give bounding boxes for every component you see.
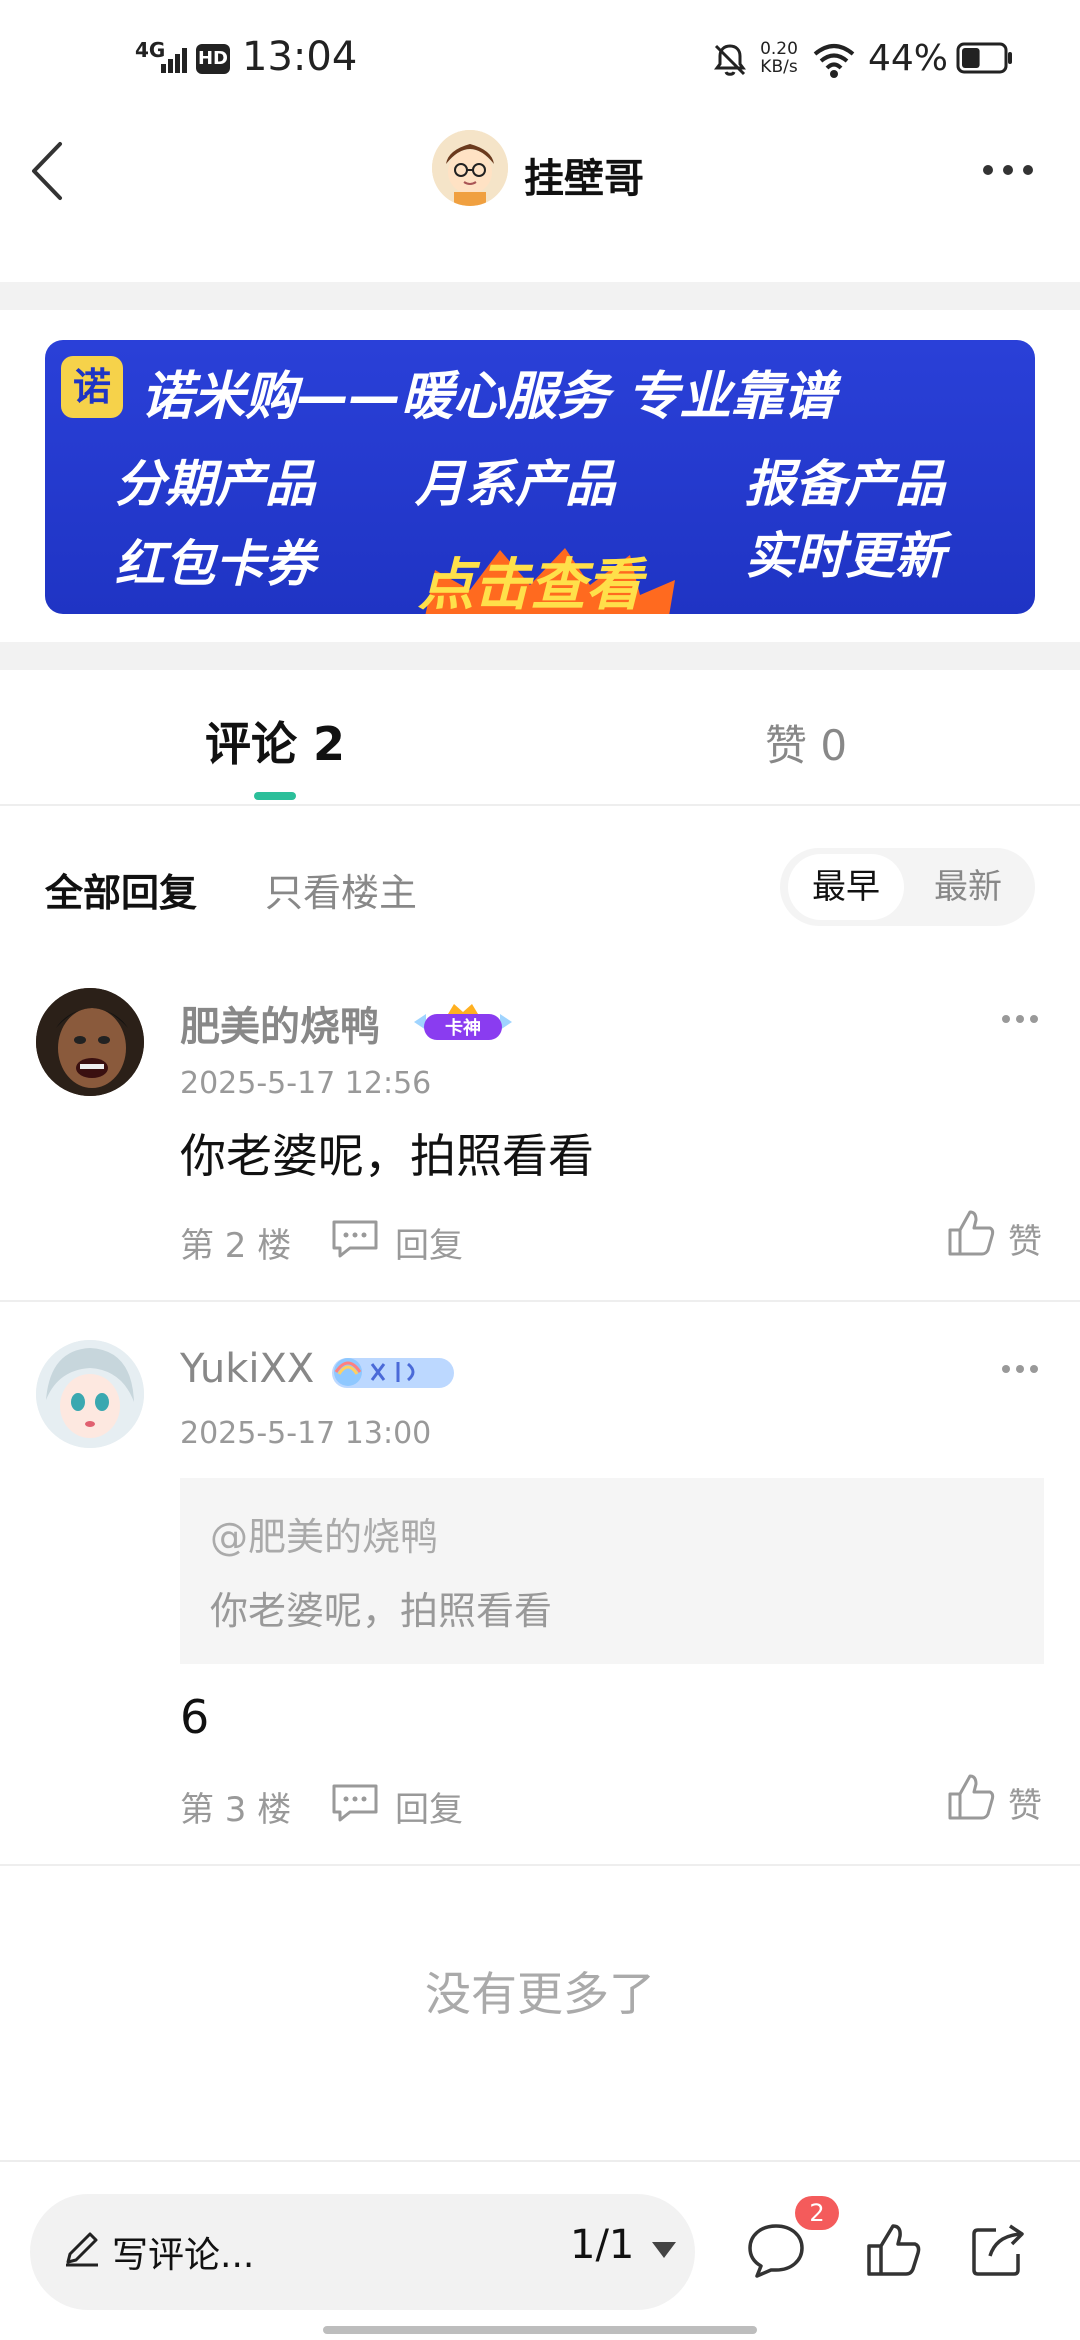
pencil-icon <box>66 2232 98 2267</box>
hd-icon: HD <box>196 44 230 74</box>
page-indicator[interactable]: 1/1 <box>570 2222 634 2268</box>
wifi-icon <box>813 44 855 78</box>
comment-more-icon[interactable] <box>1000 1012 1040 1026</box>
reply-icon[interactable] <box>330 1782 380 1824</box>
page-title: 挂壁哥 <box>524 156 644 202</box>
quoted-text: 你老婆呢，拍照看看 <box>210 1589 553 1633</box>
battery-icon <box>956 42 1012 74</box>
more-options-icon[interactable] <box>978 150 1038 190</box>
comment-time: 2025-5-17 13:00 <box>180 1416 432 1451</box>
quoted-comment[interactable]: @肥美的烧鸭 你老婆呢，拍照看看 <box>180 1478 1044 1664</box>
status-bar: 4G HD 13:04 0.20 KB/s 44% <box>0 0 1080 120</box>
section-divider <box>0 642 1080 670</box>
banner-title: 诺米购——暖心服务 专业靠谱 <box>141 367 836 427</box>
write-comment-placeholder[interactable]: 写评论... <box>112 2226 254 2278</box>
bell-muted-icon <box>714 44 746 76</box>
caret-down-icon[interactable] <box>650 2240 678 2260</box>
level-badge <box>328 1350 458 1394</box>
comment-more-icon[interactable] <box>1000 1362 1040 1376</box>
floor-number: 第 3 楼 <box>180 1790 292 1830</box>
photo-avatar-icon <box>36 988 144 1096</box>
banner-item: 实时更新 <box>745 527 945 585</box>
like-button[interactable]: 赞 <box>1008 1778 1042 1827</box>
level-badge: 卡神 <box>408 1000 518 1044</box>
filter-all-replies[interactable]: 全部回复 <box>45 862 197 917</box>
comment-count-badge: 2 <box>795 2196 839 2230</box>
reply-button[interactable]: 回复 <box>395 1782 463 1831</box>
row-divider <box>0 1300 1080 1302</box>
section-divider <box>0 282 1080 310</box>
back-arrow-icon[interactable] <box>22 136 72 206</box>
sort-earliest-button[interactable]: 最早 <box>788 854 904 920</box>
ad-banner[interactable]: 诺 诺米购——暖心服务 专业靠谱 分期产品 月系产品 报备产品 红包卡券 实时更… <box>45 340 1035 614</box>
badge-label: 卡神 <box>445 1018 481 1039</box>
commenter-name[interactable]: 肥美的烧鸭 <box>180 994 380 1052</box>
end-of-list-text: 没有更多了 <box>425 1967 655 2021</box>
comment-time: 2025-5-17 12:56 <box>180 1066 432 1101</box>
like-icon[interactable] <box>863 2220 923 2280</box>
tab-likes[interactable]: 赞 0 <box>765 712 847 773</box>
signal-icon <box>161 48 187 73</box>
comment-text: 6 <box>180 1690 210 1744</box>
commenter-name[interactable]: YukiXX <box>180 1346 314 1392</box>
filter-op-only[interactable]: 只看楼主 <box>265 862 417 917</box>
banner-cta[interactable]: 点击查看 <box>405 540 655 614</box>
reply-icon[interactable] <box>330 1218 380 1260</box>
like-icon[interactable] <box>946 1208 996 1258</box>
banner-item: 月系产品 <box>415 455 615 513</box>
comment-icon[interactable] <box>745 2220 807 2280</box>
banner-item: 红包卡券 <box>115 535 315 593</box>
tab-indicator <box>254 792 296 800</box>
row-divider <box>0 1864 1080 1866</box>
anime-avatar-icon <box>36 1340 144 1448</box>
commenter-avatar[interactable] <box>36 988 144 1096</box>
quoted-user[interactable]: @肥美的烧鸭 <box>210 1506 438 1561</box>
clock: 13:04 <box>242 34 358 80</box>
tab-comments[interactable]: 评论 2 <box>205 708 345 774</box>
cartoon-avatar-icon <box>432 130 508 206</box>
user-avatar[interactable] <box>432 130 508 206</box>
battery-percent: 44% <box>868 38 949 79</box>
reply-button[interactable]: 回复 <box>395 1218 463 1267</box>
sort-latest-button[interactable]: 最新 <box>908 854 1028 920</box>
comment-text: 你老婆呢，拍照看看 <box>180 1129 594 1183</box>
share-icon[interactable] <box>968 2220 1028 2280</box>
rainbow-badge-icon <box>332 1358 454 1388</box>
banner-item: 报备产品 <box>745 455 945 513</box>
banner-logo: 诺 <box>61 356 123 418</box>
like-button[interactable]: 赞 <box>1008 1214 1042 1263</box>
like-icon[interactable] <box>946 1772 996 1822</box>
commenter-avatar[interactable] <box>36 1340 144 1448</box>
banner-item: 分期产品 <box>115 455 315 513</box>
tab-divider <box>0 804 1080 806</box>
bottom-bar-divider <box>0 2160 1080 2162</box>
network-speed: 0.20 KB/s <box>760 39 798 77</box>
floor-number: 第 2 楼 <box>180 1226 292 1266</box>
home-indicator <box>323 2326 757 2334</box>
